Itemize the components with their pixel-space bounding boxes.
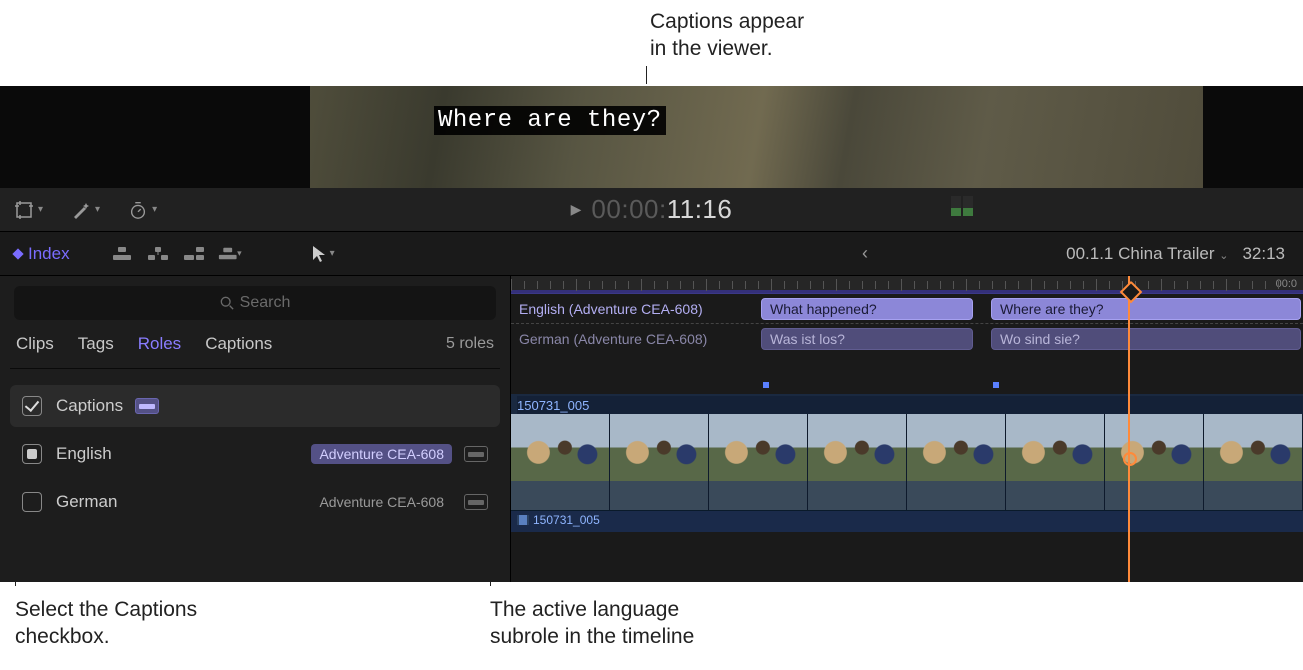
viewer-video-frame (310, 86, 1203, 188)
diamond-icon (12, 248, 23, 259)
retime-tool-icon[interactable]: ▾ (128, 200, 157, 220)
role-label: English (56, 444, 112, 464)
viewer-panel: Where are they? (0, 86, 1303, 188)
transport-toolbar: ▾ ▾ ▾ ▶ 00:00:11:16 (0, 188, 1303, 232)
annotation-bottom-right: The active language subrole in the timel… (490, 596, 694, 651)
viewer-caption-overlay: Where are they? (434, 106, 666, 135)
index-sidebar: Search Clips Tags Roles Captions 5 roles… (0, 276, 510, 582)
index-tabs: Clips Tags Roles Captions 5 roles (10, 334, 500, 369)
search-input[interactable]: Search (14, 286, 496, 320)
tab-clips[interactable]: Clips (16, 334, 54, 354)
caption-clip[interactable]: Where are they? (991, 298, 1301, 320)
video-clip[interactable]: 150731_005 (511, 394, 1303, 510)
audio-meters (951, 196, 973, 216)
timecode-display[interactable]: ▶ 00:00:11:16 (571, 194, 733, 225)
english-checkbox[interactable] (22, 444, 42, 464)
captions-checkbox[interactable] (22, 396, 42, 416)
project-name[interactable]: 00.1.1 China Trailer ⌄ (1066, 244, 1228, 264)
caption-lane-toggle-icon[interactable] (464, 494, 488, 510)
caption-lane-german[interactable]: German (Adventure CEA-608) Was ist los? … (511, 324, 1303, 354)
back-icon[interactable]: ‹ (862, 243, 868, 264)
project-duration: 32:13 (1242, 244, 1285, 264)
timecode-dim: 00:00: (591, 194, 666, 225)
marker-icon[interactable] (993, 382, 999, 388)
playhead[interactable] (1128, 276, 1130, 582)
tab-captions[interactable]: Captions (205, 334, 272, 354)
index-button[interactable]: Index (14, 244, 70, 264)
role-subrole-badge: Adventure CEA-608 (311, 492, 452, 512)
caption-lane-toggle-icon[interactable] (135, 398, 159, 414)
overwrite-clip-icon[interactable]: ▾ (218, 245, 242, 263)
german-checkbox[interactable] (22, 492, 42, 512)
play-icon[interactable]: ▶ (571, 201, 582, 218)
lane-label: German (Adventure CEA-608) (519, 331, 747, 347)
caption-clip[interactable]: Wo sind sie? (991, 328, 1301, 350)
timeline-toolbar: Index ▾ ▾ ‹ 00.1.1 China Trailer ⌄ 32:13 (0, 232, 1303, 276)
role-english[interactable]: English Adventure CEA-608 (10, 433, 500, 475)
select-tool[interactable]: ▾ (312, 245, 335, 263)
lane-label: English (Adventure CEA-608) (519, 301, 747, 317)
crop-tool-icon[interactable]: ▾ (14, 200, 43, 220)
role-label: Captions (56, 396, 123, 416)
enhance-tool-icon[interactable]: ▾ (71, 200, 100, 220)
marker-icon[interactable] (763, 382, 769, 388)
filmstrip (511, 414, 1303, 510)
video-clip-title: 150731_005 (517, 396, 1303, 415)
app-window: Where are they? ▾ ▾ ▾ ▶ 00:00:11:16 Inde… (0, 86, 1303, 582)
audio-clip[interactable]: 150731_005 (511, 510, 1303, 532)
tab-tags[interactable]: Tags (78, 334, 114, 354)
timeline-gap (511, 354, 1303, 394)
insert-clip-icon[interactable] (146, 245, 170, 263)
role-subrole-badge: Adventure CEA-608 (311, 444, 452, 464)
timeline-ruler[interactable]: 00:0 (511, 276, 1303, 294)
film-icon (517, 515, 529, 525)
caption-clip[interactable]: What happened? (761, 298, 973, 320)
role-german[interactable]: German Adventure CEA-608 (10, 481, 500, 523)
search-placeholder: Search (240, 294, 291, 312)
caption-lane-toggle-icon[interactable] (464, 446, 488, 462)
role-label: German (56, 492, 117, 512)
append-clip-icon[interactable] (182, 245, 206, 263)
timecode-lit: 11:16 (667, 194, 733, 225)
timeline-panel[interactable]: 00:0 English (Adventure CEA-608) What ha… (510, 276, 1303, 582)
role-captions[interactable]: Captions (10, 385, 500, 427)
roles-count: 5 roles (446, 335, 494, 353)
caption-clip[interactable]: Was ist los? (761, 328, 973, 350)
caption-lane-english[interactable]: English (Adventure CEA-608) What happene… (511, 294, 1303, 324)
connect-clip-icon[interactable] (110, 245, 134, 263)
audio-clip-title: 150731_005 (533, 513, 600, 527)
annotation-top: Captions appear in the viewer. (650, 8, 804, 63)
roles-list: Captions English Adventure CEA-608 Germa… (10, 369, 500, 523)
tab-roles[interactable]: Roles (138, 334, 181, 354)
annotation-bottom-left: Select the Captions checkbox. (15, 596, 197, 651)
